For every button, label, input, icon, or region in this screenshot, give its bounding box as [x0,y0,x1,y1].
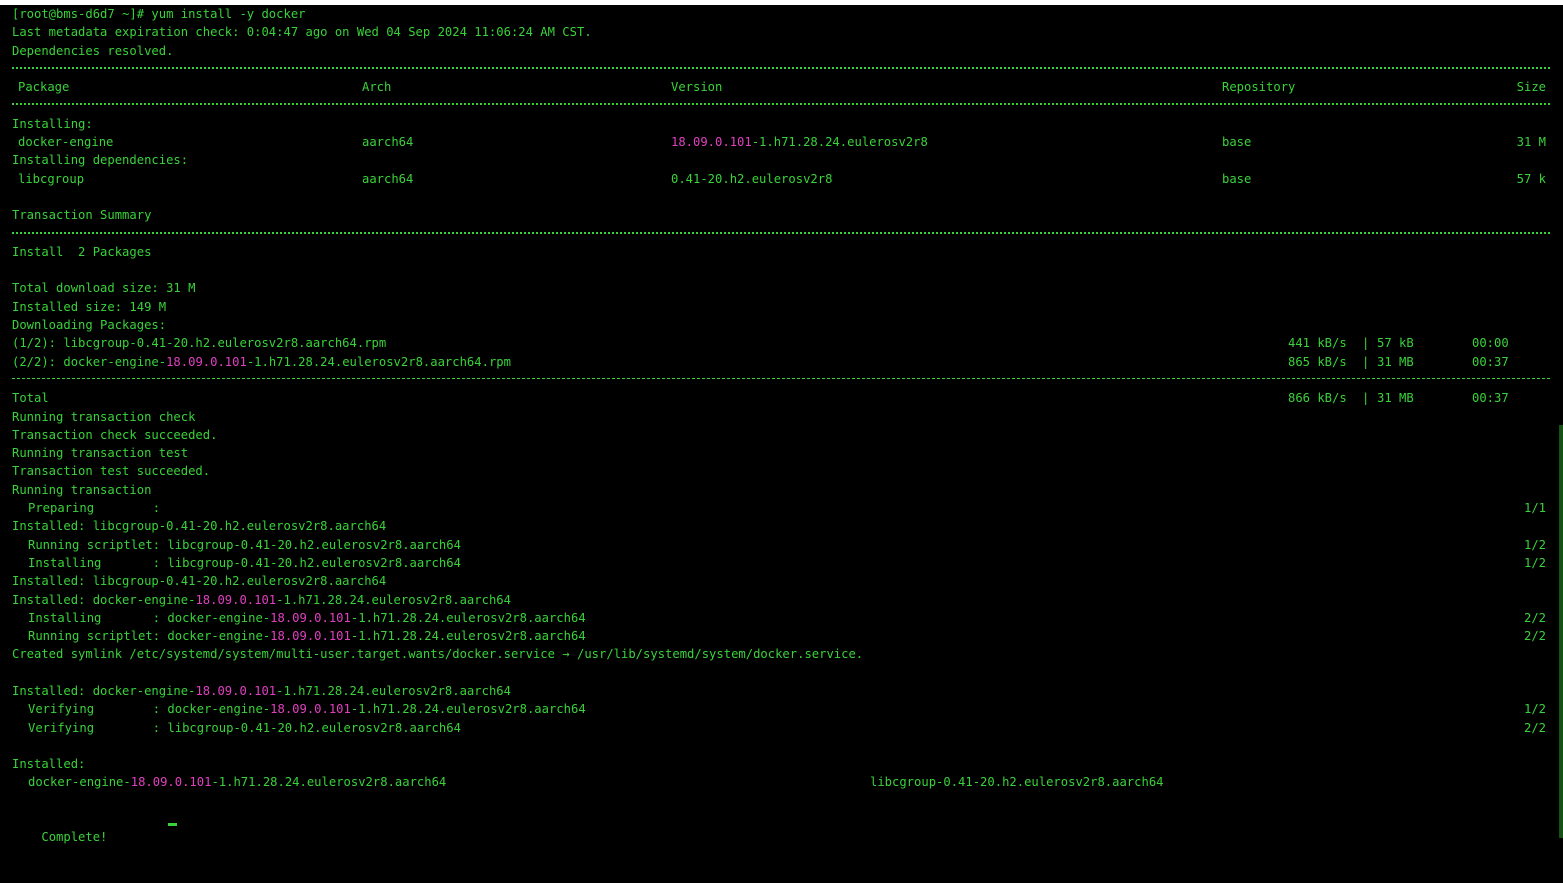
download-row: (1/2): libcgroup-0.41-20.h2.eulerosv2r8.… [12,334,1550,352]
progress-line: Running scriptlet: docker-engine-18.09.0… [12,627,1550,645]
install-count: Install 2 Packages [12,244,152,259]
installed-size: Installed size: 149 M [12,299,167,314]
step-line: Transaction test succeeded. [12,464,211,479]
terminal-output[interactable]: [root@bms-d6d7 ~]# yum install -y docker… [12,5,1550,844]
header-package: Package [18,80,70,95]
header-repository: Repository [1222,80,1296,95]
row-arch: aarch64 [362,171,414,186]
installed-packages: docker-engine-18.09.0.101-1.h71.28.24.eu… [28,775,1164,790]
progress-count: 2/2 [1523,720,1546,735]
row-package: docker-engine [18,135,114,150]
table-row: docker-engine aarch64 18.09.0.101-1.h71.… [12,133,1550,151]
progress-block: Preparing :1/1 Installed: libcgroup-0.41-… [12,499,1550,664]
download-time: 00:37 [1472,354,1509,369]
step-line: Running transaction check [12,409,196,424]
row-version: 18.09.0.101-1.h71.28.24.eulerosv2r8 [671,135,928,150]
progress-count: 1/2 [1523,537,1546,552]
downloading-label: Downloading Packages: [12,318,167,333]
separator [12,225,1550,243]
progress-line: Preparing :1/1 [12,499,1550,517]
metadata-line: Last metadata expiration check: 0:04:47 … [12,25,592,40]
progress-count: 1/1 [1523,501,1546,516]
progress-line: Running scriptlet: libcgroup-0.41-20.h2.… [12,536,1550,554]
header-size: Size [1516,80,1546,95]
download-size: 31 MB [1377,354,1414,369]
row-size: 57 k [1516,171,1546,186]
row-package: libcgroup [18,171,85,186]
separator [12,60,1550,78]
installing-label: Installing: [12,116,93,131]
progress-line: Verifying : docker-engine-18.09.0.101-1.… [12,700,1550,718]
separator [12,96,1550,114]
step-line: Transaction check succeeded. [12,427,218,442]
progress-line: Installing : libcgroup-0.41-20.h2.eulero… [12,554,1550,572]
separator [12,371,1550,389]
total-download-size: Total download size: 31 M [12,281,196,296]
progress-count: 1/2 [1523,555,1546,570]
total-row: Total 866 kB/s | 31 MB 00:37 [12,391,1509,406]
step-line: Running transaction test [12,446,189,461]
installed-label: Installed: [12,757,86,772]
progress-count: 1/2 [1523,702,1546,717]
progress-line: Installed: libcgroup-0.41-20.h2.eulerosv… [12,574,387,589]
progress-line: Installed: docker-engine-18.09.0.101-1.h… [12,683,511,698]
cursor [168,823,177,827]
download-time: 00:00 [1472,336,1509,351]
scrollbar[interactable] [1559,425,1563,838]
row-size: 31 M [1516,135,1546,150]
verify-block: Installed: docker-engine-18.09.0.101-1.h… [12,682,1550,737]
command-line: [root@bms-d6d7 ~]# yum install -y docker [12,7,306,21]
row-arch: aarch64 [362,135,414,150]
download-speed: 441 kB/s [1288,336,1347,351]
header-arch: Arch [362,80,392,95]
row-version: 0.41-20.h2.eulerosv2r8 [671,171,833,186]
progress-line: Installing : docker-engine-18.09.0.101-1… [12,609,1550,627]
complete-text: Complete! [41,830,108,845]
row-repository: base [1222,135,1252,150]
progress-line: Created symlink /etc/systemd/system/mult… [12,647,864,662]
progress-count: 2/2 [1523,610,1546,625]
row-repository: base [1222,171,1252,186]
table-header: Package Arch Version Repository Size [12,78,1550,96]
deps-resolved-line: Dependencies resolved. [12,43,174,58]
progress-line: Verifying : libcgroup-0.41-20.h2.euleros… [12,719,1550,737]
progress-line: Installed: libcgroup-0.41-20.h2.eulerosv… [12,519,387,534]
download-row: (2/2): docker-engine-18.09.0.101-1.h71.2… [12,353,1550,371]
progress-line: Installed: docker-engine-18.09.0.101-1.h… [12,592,511,607]
header-version: Version [671,80,723,95]
progress-count: 2/2 [1523,629,1546,644]
deps-label: Installing dependencies: [12,153,189,168]
transaction-summary: Transaction Summary [12,208,152,223]
download-size: 57 kB [1377,336,1414,351]
table-row: libcgroup aarch64 0.41-20.h2.eulerosv2r8… [12,170,1550,188]
complete-line: Complete! [12,810,1550,844]
download-speed: 865 kB/s [1288,354,1347,369]
step-line: Running transaction [12,482,152,497]
